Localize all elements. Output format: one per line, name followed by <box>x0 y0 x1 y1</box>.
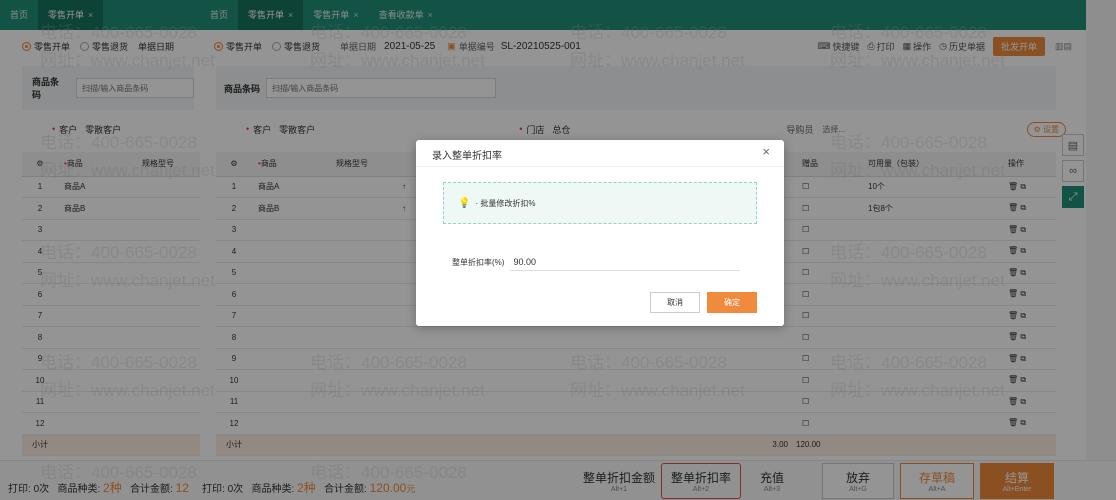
dialog-title: 录入整单折扣率 <box>432 151 502 162</box>
lightbulb-icon: 💡 <box>458 197 471 209</box>
discount-rate-dialog: 录入整单折扣率 × 💡 · 批量修改折扣% 整单折扣率(%) 取消 确定 <box>416 140 784 326</box>
confirm-button[interactable]: 确定 <box>707 292 757 313</box>
cancel-button[interactable]: 取消 <box>650 292 700 313</box>
discount-rate-row: 整单折扣率(%) <box>452 253 741 271</box>
divider <box>416 166 784 167</box>
tip-text: · 批量修改折扣% <box>475 198 536 208</box>
tip-box: 💡 · 批量修改折扣% <box>443 182 757 224</box>
discount-rate-input[interactable] <box>510 253 741 271</box>
close-icon[interactable]: × <box>762 144 770 159</box>
discount-rate-label: 整单折扣率(%) <box>452 257 505 267</box>
